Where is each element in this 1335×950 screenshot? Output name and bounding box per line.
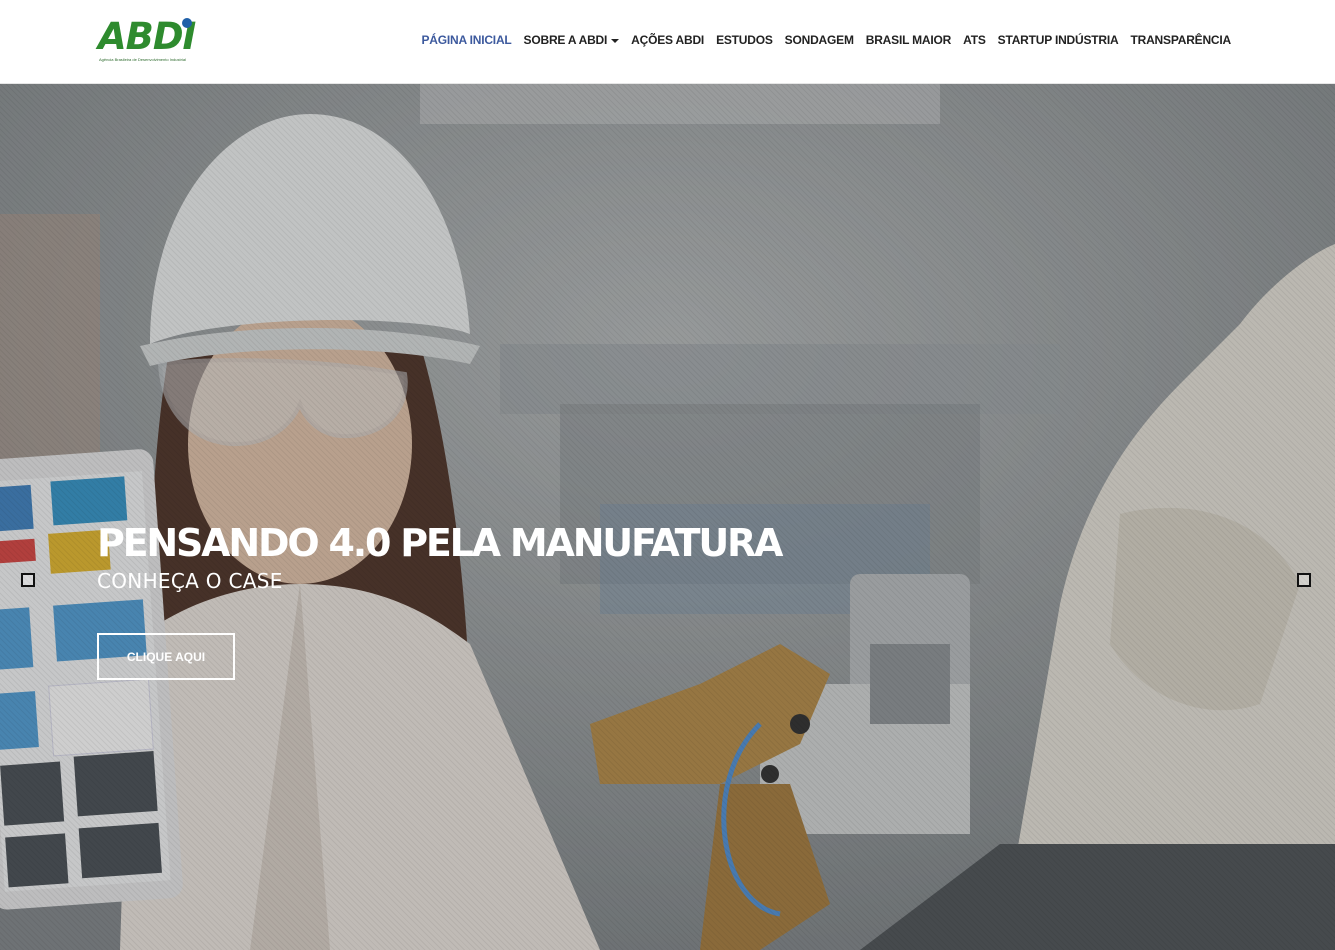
hero-carousel: PENSANDO 4.0 PELA MANUFATURA CONHEÇA O C…	[0, 84, 1335, 950]
nav-item-transparencia[interactable]: TRANSPARÊNCIA	[1130, 30, 1231, 50]
nav-item-startup-industria[interactable]: STARTUP INDÚSTRIA	[998, 30, 1119, 50]
nav-item-brasil-maior[interactable]: BRASIL MAIOR	[866, 30, 952, 50]
main-nav: PÁGINA INICIAL SOBRE A ABDI AÇÕES ABDI E…	[421, 30, 1231, 50]
carousel-prev-icon[interactable]	[21, 573, 35, 587]
nav-item-pagina-inicial[interactable]: PÁGINA INICIAL	[421, 30, 511, 50]
cta-button[interactable]: CLIQUE AQUI	[97, 633, 235, 680]
hero-subtitle: CONHEÇA O CASE	[97, 569, 283, 593]
hero-overlay	[0, 84, 1335, 950]
nav-item-label: SOBRE A ABDI	[523, 33, 608, 47]
nav-item-sondagem[interactable]: SONDAGEM	[785, 30, 854, 50]
site-header: ABDI Agência Brasileira de Desenvolvimen…	[0, 0, 1335, 84]
abdi-logo[interactable]: ABDI Agência Brasileira de Desenvolvimen…	[98, 15, 196, 64]
logo-dot-icon	[182, 18, 192, 28]
logo-wordmark: ABDI	[98, 15, 196, 58]
chevron-down-icon	[611, 38, 620, 43]
nav-item-estudos[interactable]: ESTUDOS	[716, 30, 773, 50]
nav-item-sobre-a-abdi[interactable]: SOBRE A ABDI	[524, 30, 620, 50]
nav-item-ats[interactable]: ATS	[963, 30, 986, 50]
hero-title: PENSANDO 4.0 PELA MANUFATURA	[97, 521, 783, 565]
carousel-next-icon[interactable]	[1297, 573, 1311, 587]
nav-item-acoes-abdi[interactable]: AÇÕES ABDI	[631, 30, 704, 50]
logo-tagline: Agência Brasileira de Desenvolvimento In…	[99, 57, 186, 62]
